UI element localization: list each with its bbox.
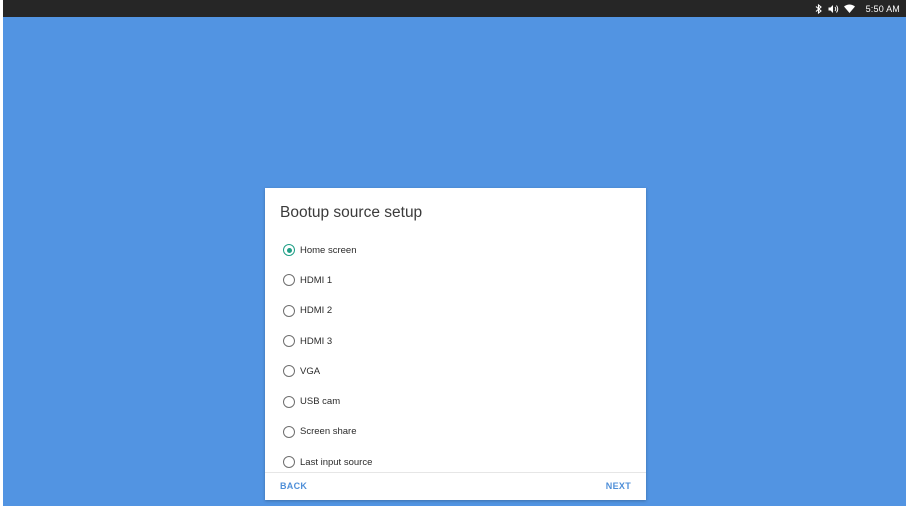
option-hdmi-1[interactable]: HDMI 1: [283, 265, 372, 295]
radio-last-input-source[interactable]: [283, 456, 295, 469]
option-screen-share[interactable]: Screen share: [283, 417, 372, 447]
clock-time: 5:50 AM: [865, 3, 900, 14]
radio-hdmi-1[interactable]: [283, 274, 295, 287]
option-usb-cam[interactable]: USB cam: [283, 386, 372, 416]
volume-icon: [828, 4, 839, 14]
bluetooth-icon: [815, 3, 823, 14]
bootup-source-dialog: Bootup source setup Home screen HDMI 1 H…: [265, 188, 646, 500]
next-button[interactable]: NEXT: [606, 481, 631, 491]
wifi-icon: [843, 4, 855, 13]
option-label: Screen share: [300, 426, 357, 438]
option-hdmi-3[interactable]: HDMI 3: [283, 326, 372, 356]
option-vga[interactable]: VGA: [283, 356, 372, 386]
radio-usb-cam[interactable]: [283, 395, 295, 408]
radio-home-screen[interactable]: [283, 244, 295, 257]
dialog-divider: [265, 472, 646, 473]
option-label: HDMI 3: [300, 335, 333, 347]
back-button[interactable]: BACK: [280, 481, 307, 491]
desktop-background: 5:50 AM Bootup source setup Home screen …: [3, 0, 906, 506]
option-home-screen[interactable]: Home screen: [283, 235, 372, 265]
option-label: Last input source: [300, 456, 373, 468]
option-label: VGA: [300, 365, 321, 377]
status-bar: 5:50 AM: [3, 0, 906, 17]
source-options-list: Home screen HDMI 1 HDMI 2 HDMI 3 VGA USB…: [283, 235, 372, 477]
dialog-title: Bootup source setup: [280, 204, 423, 221]
radio-screen-share[interactable]: [283, 425, 295, 438]
option-label: Home screen: [300, 244, 357, 256]
radio-vga[interactable]: [283, 365, 295, 378]
option-hdmi-2[interactable]: HDMI 2: [283, 296, 372, 326]
radio-hdmi-3[interactable]: [283, 335, 295, 348]
option-label: HDMI 1: [300, 274, 333, 286]
option-label: HDMI 2: [300, 305, 333, 317]
radio-hdmi-2[interactable]: [283, 304, 295, 317]
option-label: USB cam: [300, 396, 341, 408]
